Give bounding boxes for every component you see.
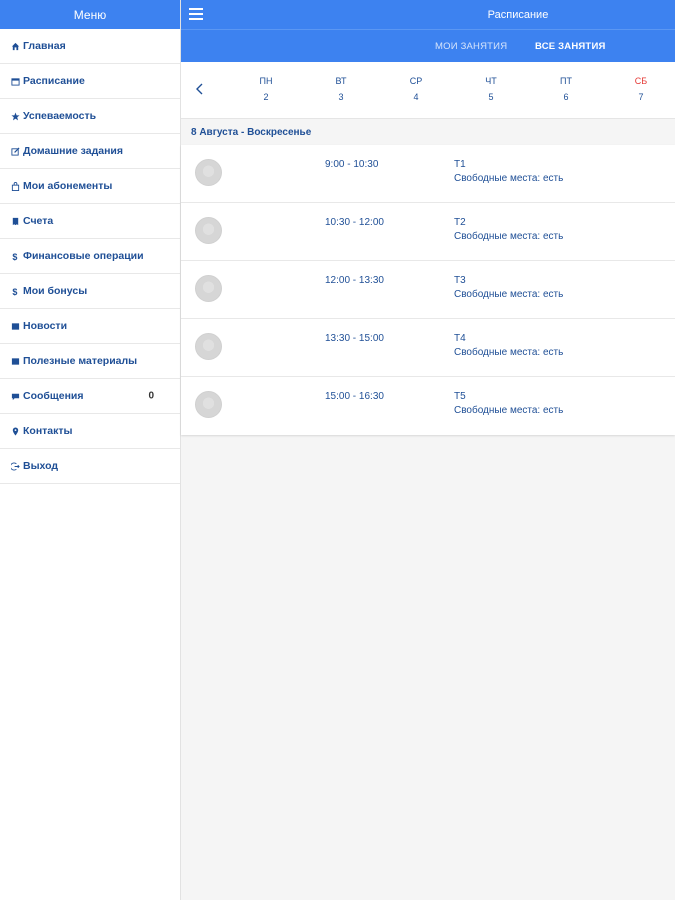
unread-count-badge: 0 (148, 390, 154, 402)
lesson-row[interactable]: 12:00 - 13:30 T3 Свободные места: есть (181, 261, 675, 319)
lesson-row[interactable]: 15:00 - 16:30 T5 Свободные места: есть (181, 377, 675, 435)
week-day[interactable]: СБ 7 (621, 76, 661, 102)
sidebar-item-label: Мои бонусы (23, 285, 88, 297)
lesson-seats: Свободные места: есть (454, 231, 564, 242)
dollar-icon: $ (10, 251, 20, 261)
week-day-date: 7 (638, 92, 644, 102)
schedule-content: 8 Августа - Воскресенье 9:00 - 10:30 T1 Св… (181, 119, 675, 900)
sidebar-item-bag[interactable]: Мои абонементы (0, 169, 180, 204)
sidebar-item-star[interactable]: Успеваемость (0, 99, 180, 134)
sidebar-item-home[interactable]: Главная (0, 29, 180, 64)
app-root: Меню Главная Расписание Успеваемость Домашн… (0, 0, 675, 900)
lesson-name: T2 (454, 217, 466, 228)
news-icon (10, 321, 20, 331)
sidebar-item-map-pin[interactable]: Контакты (0, 414, 180, 449)
lesson-seats: Свободные места: есть (454, 405, 564, 416)
sidebar-item-label: Выход (23, 460, 59, 472)
lesson-row[interactable]: 10:30 - 12:00 T2 Свободные места: есть (181, 203, 675, 261)
lesson-name: T5 (454, 391, 466, 402)
sidebar-item-label: Мои абонементы (23, 180, 113, 192)
chevron-left-icon[interactable] (195, 82, 207, 98)
week-day[interactable]: ВТ 3 (321, 76, 361, 102)
sidebar-item-dollar[interactable]: $ Финансовые операции (0, 239, 180, 274)
week-day[interactable]: СР 4 (396, 76, 436, 102)
lesson-seats: Свободные места: есть (454, 289, 564, 300)
lesson-seats: Свободные места: есть (454, 173, 564, 184)
week-day[interactable]: ПТ 6 (546, 76, 586, 102)
lesson-time: 13:30 - 15:00 (325, 333, 384, 344)
lesson-name: T3 (454, 275, 466, 286)
sidebar-item-label: Новости (23, 320, 68, 332)
lesson-time: 12:00 - 13:30 (325, 275, 384, 286)
sidebar-item-label: Счета (23, 215, 54, 227)
sidebar-item-label: Главная (23, 40, 66, 52)
top-bar: Расписание (181, 0, 675, 29)
sidebar-item-news[interactable]: Новости (0, 309, 180, 344)
date-header: 8 Августа - Воскресенье (181, 119, 675, 145)
teacher-avatar (195, 275, 222, 302)
sidebar-item-materials[interactable]: Полезные материалы (0, 344, 180, 379)
bonus-icon: $ (10, 286, 20, 296)
star-icon (10, 111, 20, 121)
lesson-row[interactable]: 9:00 - 10:30 T1 Свободные места: есть (181, 145, 675, 203)
svg-text:$: $ (12, 287, 17, 296)
invoice-icon (10, 216, 20, 226)
week-day-name: ПН (259, 76, 273, 86)
sidebar: Меню Главная Расписание Успеваемость Домашн… (0, 0, 181, 900)
lesson-list: 9:00 - 10:30 T1 Свободные места: есть 10:30… (181, 145, 675, 435)
tab-my-lessons[interactable]: МОИ ЗАНЯТИЯ (435, 30, 507, 62)
week-day-name: СБ (634, 76, 648, 86)
lesson-name: T4 (454, 333, 466, 344)
sidebar-item-bonus[interactable]: $ Мои бонусы (0, 274, 180, 309)
teacher-avatar (195, 159, 222, 186)
sidebar-item-label: Финансовые операции (23, 250, 144, 262)
week-day-name: ЧТ (485, 76, 497, 86)
lesson-row[interactable]: 13:30 - 15:00 T4 Свободные места: есть (181, 319, 675, 377)
message-icon (10, 391, 20, 401)
logout-icon (10, 461, 20, 471)
lesson-time: 10:30 - 12:00 (325, 217, 384, 228)
week-strip: ПН 2 ВТ 3 СР 4 ЧТ 5 ПТ 6 СБ 7 (181, 62, 675, 119)
sidebar-item-logout[interactable]: Выход (0, 449, 180, 484)
lesson-time: 9:00 - 10:30 (325, 159, 379, 170)
sidebar-item-label: Расписание (23, 75, 85, 87)
page-title: Расписание (487, 8, 549, 21)
week-day-name: ПТ (560, 76, 572, 86)
week-day-date: 4 (413, 92, 419, 102)
week-day-date: 6 (563, 92, 569, 102)
calendar-icon (10, 76, 20, 86)
teacher-avatar (195, 391, 222, 418)
sidebar-item-edit[interactable]: Домашние задания (0, 134, 180, 169)
svg-text:$: $ (12, 252, 17, 261)
sidebar-item-label: Домашние задания (23, 145, 124, 157)
home-icon (10, 41, 20, 51)
sidebar-item-label: Контакты (23, 425, 73, 437)
sidebar-nav: Главная Расписание Успеваемость Домашние за… (0, 29, 180, 484)
lesson-time: 15:00 - 16:30 (325, 391, 384, 402)
sidebar-item-label: Полезные материалы (23, 355, 138, 367)
edit-icon (10, 146, 20, 156)
week-day-date: 3 (338, 92, 344, 102)
week-day-date: 5 (488, 92, 494, 102)
sidebar-item-invoice[interactable]: Счета (0, 204, 180, 239)
materials-icon (10, 356, 20, 366)
week-day[interactable]: ЧТ 5 (471, 76, 511, 102)
map-pin-icon (10, 426, 20, 436)
week-day[interactable]: ПН 2 (246, 76, 286, 102)
sidebar-item-label: Сообщения (23, 390, 84, 402)
teacher-avatar (195, 217, 222, 244)
sidebar-item-label: Успеваемость (23, 110, 97, 122)
lesson-seats: Свободные места: есть (454, 347, 564, 358)
sidebar-item-calendar[interactable]: Расписание (0, 64, 180, 99)
week-day-date: 2 (263, 92, 269, 102)
teacher-avatar (195, 333, 222, 360)
tab-bar: МОИ ЗАНЯТИЯ ВСЕ ЗАНЯТИЯ (181, 29, 675, 62)
lesson-name: T1 (454, 159, 466, 170)
sidebar-title: Меню (0, 0, 180, 29)
week-day-name: СР (409, 76, 423, 86)
tab-all-lessons[interactable]: ВСЕ ЗАНЯТИЯ (535, 30, 606, 62)
bag-icon (10, 181, 20, 191)
sidebar-item-message[interactable]: Сообщения 0 (0, 379, 180, 414)
week-day-name: ВТ (335, 76, 347, 86)
